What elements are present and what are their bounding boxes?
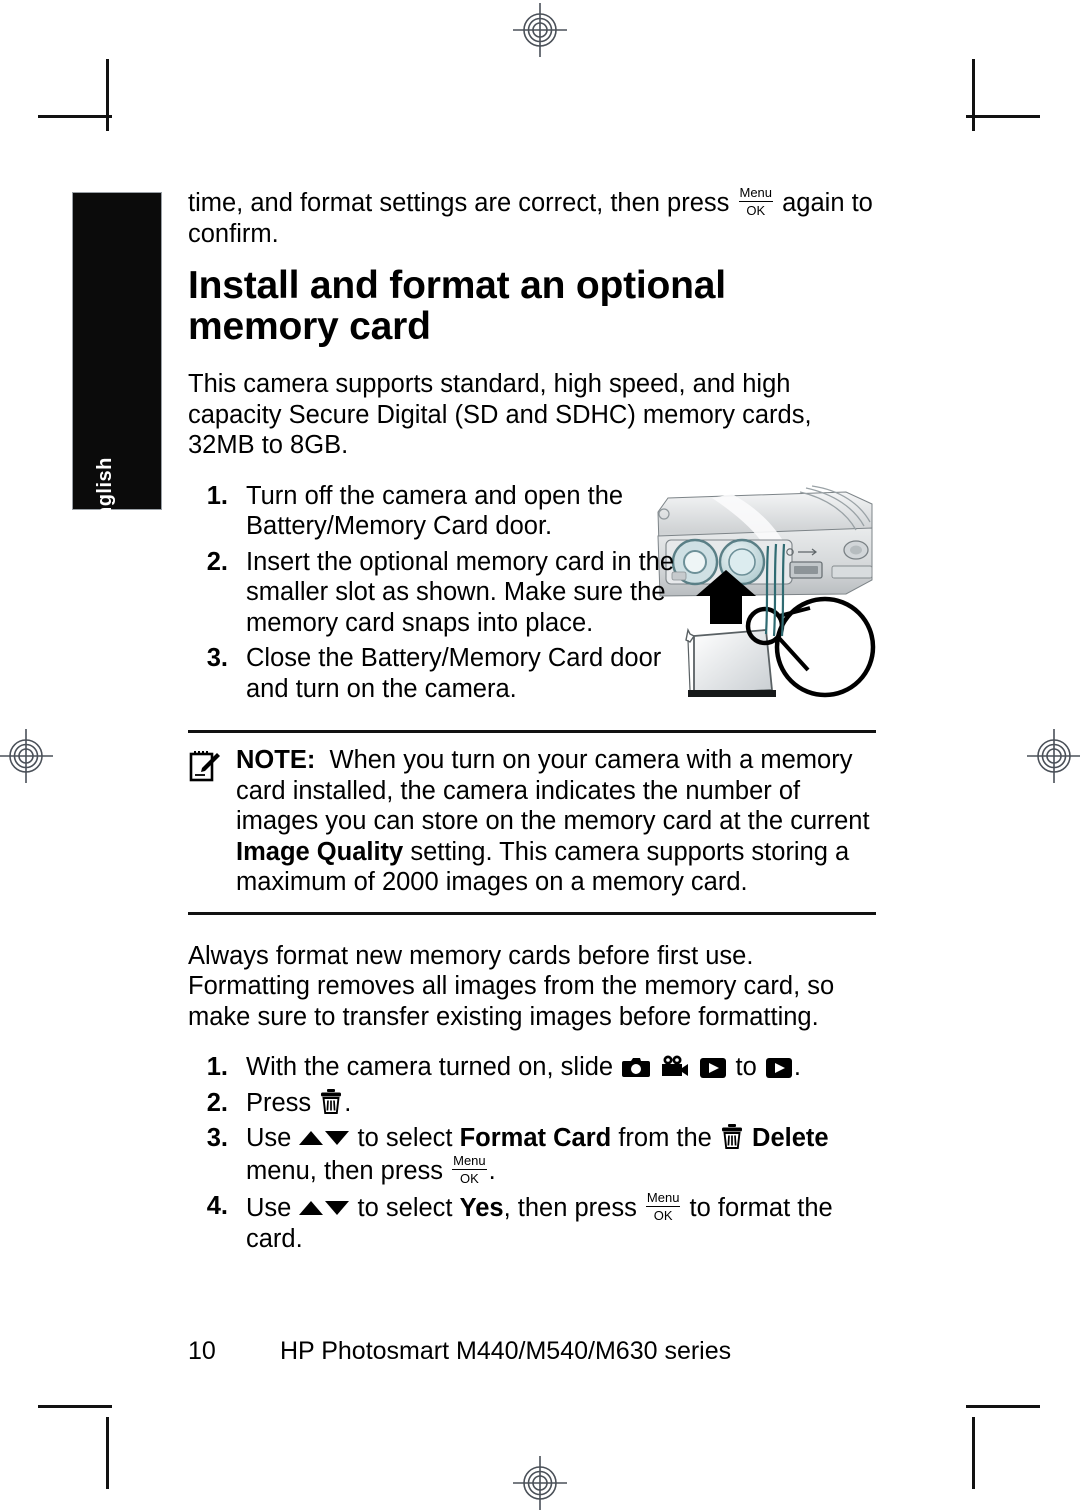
crop-mark-bottom-right-vertical bbox=[972, 1417, 975, 1489]
list-item: 1. Turn off the camera and open the Batt… bbox=[188, 481, 702, 542]
crop-mark-top-right-horizontal bbox=[966, 115, 1040, 118]
step-text: Turn off the camera and open the Battery… bbox=[246, 481, 624, 541]
page-number: 10 bbox=[188, 1337, 216, 1365]
menu-ok-bottom-label: OK bbox=[746, 203, 766, 218]
note-emphasis: Image Quality bbox=[236, 837, 404, 866]
menu-ok-top-label: Menu bbox=[738, 185, 774, 202]
step-number: 1. bbox=[206, 1053, 228, 1081]
note-pencil-icon bbox=[188, 749, 222, 783]
step-text-mid3: menu, then press bbox=[246, 1156, 444, 1185]
crop-mark-bottom-right-horizontal bbox=[966, 1405, 1040, 1408]
registration-mark-top bbox=[512, 2, 568, 58]
step-text-mid1: to select bbox=[357, 1194, 453, 1222]
arrow-up-icon bbox=[299, 1201, 324, 1215]
registration-mark-left bbox=[0, 728, 54, 784]
page-title: Install and format an optional memory ca… bbox=[188, 264, 726, 348]
menu-ok-bottom-label: OK bbox=[459, 1170, 479, 1186]
video-camera-icon bbox=[661, 1055, 689, 1078]
menu-ok-top-label: Menu bbox=[452, 1152, 487, 1170]
format-card-label: Format Card bbox=[459, 1124, 612, 1152]
step-number: 3. bbox=[206, 644, 228, 672]
list-item: 1. With the camera turned on, slide to . bbox=[188, 1052, 876, 1083]
note-text-part1: When you turn on your camera with a memo… bbox=[236, 746, 870, 835]
step-text-after: . bbox=[793, 1053, 801, 1081]
page-content: time, and format settings are correct, t… bbox=[188, 186, 876, 1259]
list-item: 3. Close the Battery/Memory Card door an… bbox=[188, 643, 702, 704]
playback-icon bbox=[700, 1058, 727, 1078]
language-tab-label: English bbox=[94, 457, 116, 533]
note-body: NOTE: When you turn on your camera with … bbox=[188, 745, 876, 898]
step-text-mid2: from the bbox=[618, 1124, 712, 1152]
menu-ok-icon: Menu OK bbox=[738, 185, 774, 218]
step-text-after: . bbox=[344, 1088, 352, 1117]
arrow-up-icon bbox=[299, 1131, 324, 1145]
step-text-mid1: to select bbox=[357, 1124, 453, 1152]
registration-mark-right bbox=[1026, 728, 1080, 784]
trash-delete-icon bbox=[721, 1124, 743, 1149]
step-number: 2. bbox=[206, 1088, 228, 1117]
registration-mark-bottom bbox=[512, 1455, 568, 1511]
menu-ok-bottom-label: OK bbox=[653, 1208, 673, 1223]
arrow-down-icon bbox=[325, 1131, 350, 1145]
note-label: NOTE: bbox=[236, 746, 316, 774]
step-text-after: . bbox=[488, 1156, 496, 1185]
intro-paragraph: This camera supports standard, high spee… bbox=[188, 370, 812, 459]
step-text-before: With the camera turned on, slide bbox=[246, 1053, 614, 1081]
list-item: 2. Press . bbox=[188, 1088, 876, 1119]
step-number: 4. bbox=[206, 1192, 228, 1220]
format-paragraph: Always format new memory cards before fi… bbox=[188, 941, 835, 1031]
menu-ok-icon: Menu OK bbox=[452, 1152, 487, 1186]
note-text: NOTE: When you turn on your camera with … bbox=[236, 745, 876, 898]
playback-icon-target bbox=[765, 1058, 792, 1078]
note-callout: NOTE: When you turn on your camera with … bbox=[188, 730, 876, 915]
step-text: Close the Battery/Memory Card door and t… bbox=[246, 644, 662, 703]
install-steps-list: 1. Turn off the camera and open the Batt… bbox=[188, 481, 876, 705]
list-item: 3. Use to select Format Card from the De… bbox=[188, 1123, 876, 1186]
list-item: 4. Use to select Yes, then press Menu OK … bbox=[188, 1191, 876, 1254]
step-text-before: Press bbox=[246, 1088, 312, 1117]
crop-mark-bottom-left-horizontal bbox=[38, 1405, 112, 1408]
yes-option-label: Yes bbox=[459, 1194, 504, 1222]
delete-menu-label: Delete bbox=[752, 1124, 829, 1152]
menu-ok-icon: Menu OK bbox=[645, 1190, 681, 1223]
step-number: 3. bbox=[206, 1124, 228, 1152]
menu-ok-top-label: Menu bbox=[645, 1190, 681, 1207]
trash-delete-icon bbox=[320, 1088, 342, 1114]
crop-mark-top-right-vertical bbox=[972, 59, 975, 131]
step-text-before: Use bbox=[246, 1194, 292, 1222]
still-camera-icon bbox=[622, 1057, 651, 1078]
step-text: Insert the optional memory card in the s… bbox=[246, 547, 675, 637]
carryover-paragraph: time, and format settings are correct, t… bbox=[188, 186, 876, 249]
crop-mark-bottom-left-vertical bbox=[106, 1417, 109, 1489]
step-number: 2. bbox=[206, 547, 228, 576]
footer-title: HP Photosmart M440/M540/M630 series bbox=[280, 1337, 732, 1365]
carryover-text-before: time, and format settings are correct, t… bbox=[188, 189, 730, 217]
step-number: 1. bbox=[206, 481, 228, 510]
crop-mark-top-left-horizontal bbox=[38, 115, 112, 118]
arrow-down-icon bbox=[325, 1201, 350, 1215]
page-footer: 10 HP Photosmart M440/M540/M630 series bbox=[188, 1336, 888, 1366]
step-text-mid2: , then press bbox=[503, 1194, 637, 1222]
step-text-middle: to bbox=[735, 1053, 757, 1081]
list-item: 2. Insert the optional memory card in th… bbox=[188, 547, 702, 639]
format-steps-list: 1. With the camera turned on, slide to .… bbox=[188, 1052, 876, 1254]
language-tab: English bbox=[72, 192, 162, 533]
step-text-before: Use bbox=[246, 1124, 292, 1152]
crop-mark-top-left-vertical bbox=[106, 59, 109, 131]
